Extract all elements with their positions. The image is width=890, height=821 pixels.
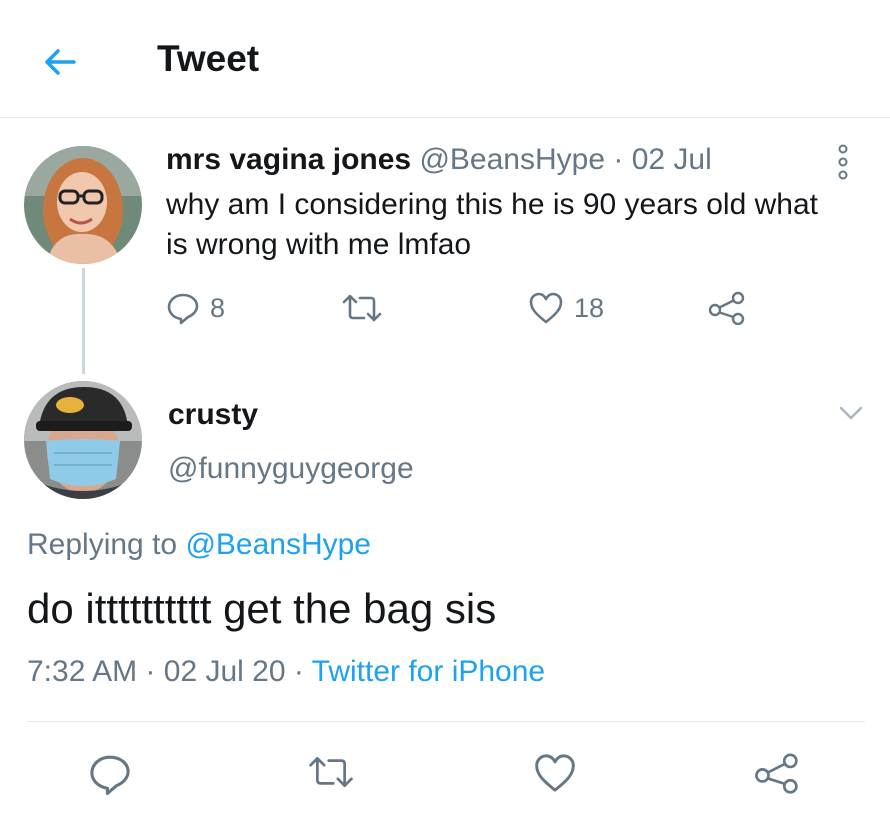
- tweet-text: do itttttttttt get the bag sis: [27, 585, 497, 632]
- handle[interactable]: @funnyguygeorge: [168, 452, 414, 486]
- like-icon: [535, 754, 575, 792]
- tweet-menu-button[interactable]: [836, 400, 866, 426]
- tweet-header: mrs vagina jones @BeansHype · 02 Jul: [166, 143, 712, 177]
- reply-button[interactable]: [88, 752, 132, 796]
- back-arrow-icon: [45, 49, 76, 75]
- chevron-down-icon: [839, 406, 863, 420]
- separator: ·: [613, 143, 624, 176]
- more-button[interactable]: [833, 143, 853, 181]
- like-icon: [529, 292, 563, 324]
- avatar[interactable]: [24, 381, 142, 499]
- tweet-timestamp: 7:32 AM · 02 Jul 20 · Twitter for iPhone: [27, 655, 545, 689]
- tweet-text: why am I considering this he is 90 years…: [166, 188, 818, 261]
- share-button[interactable]: [708, 291, 746, 325]
- tweet-time: 7:32 AM: [27, 655, 138, 688]
- separator: ·: [293, 655, 304, 688]
- reply-icon: [167, 293, 199, 325]
- share-button[interactable]: [754, 752, 800, 794]
- reply-icon: [90, 755, 130, 795]
- share-icon: [755, 753, 798, 794]
- separator: ·: [145, 655, 156, 688]
- replying-to-link[interactable]: @BeansHype: [185, 528, 371, 561]
- like-count: 18: [574, 292, 605, 323]
- share-icon: [708, 291, 745, 325]
- tweet-date: 02 Jul 20: [163, 655, 286, 688]
- handle[interactable]: @BeansHype: [419, 143, 605, 176]
- tweet-date[interactable]: 02 Jul: [632, 143, 712, 176]
- replying-prefix: Replying to: [27, 528, 178, 561]
- retweet-button[interactable]: [306, 752, 356, 792]
- like-button[interactable]: [533, 752, 577, 794]
- like-button[interactable]: 18: [528, 291, 604, 325]
- tweet-source-link[interactable]: Twitter for iPhone: [312, 655, 545, 688]
- display-name[interactable]: mrs vagina jones: [166, 143, 411, 176]
- replying-to: Replying to @BeansHype: [27, 528, 371, 562]
- reply-button[interactable]: 8: [166, 291, 225, 325]
- retweet-button[interactable]: [340, 291, 394, 325]
- retweet-icon: [309, 756, 353, 787]
- retweet-icon: [342, 294, 382, 322]
- back-button[interactable]: [38, 40, 82, 84]
- actions-divider: [27, 721, 865, 722]
- more-icon: [838, 144, 848, 180]
- avatar[interactable]: [24, 146, 142, 264]
- header-divider: [0, 117, 890, 118]
- thread-line: [82, 268, 85, 374]
- page-title: Tweet: [157, 38, 260, 79]
- display-name[interactable]: crusty: [168, 398, 258, 432]
- reply-count: 8: [210, 292, 226, 323]
